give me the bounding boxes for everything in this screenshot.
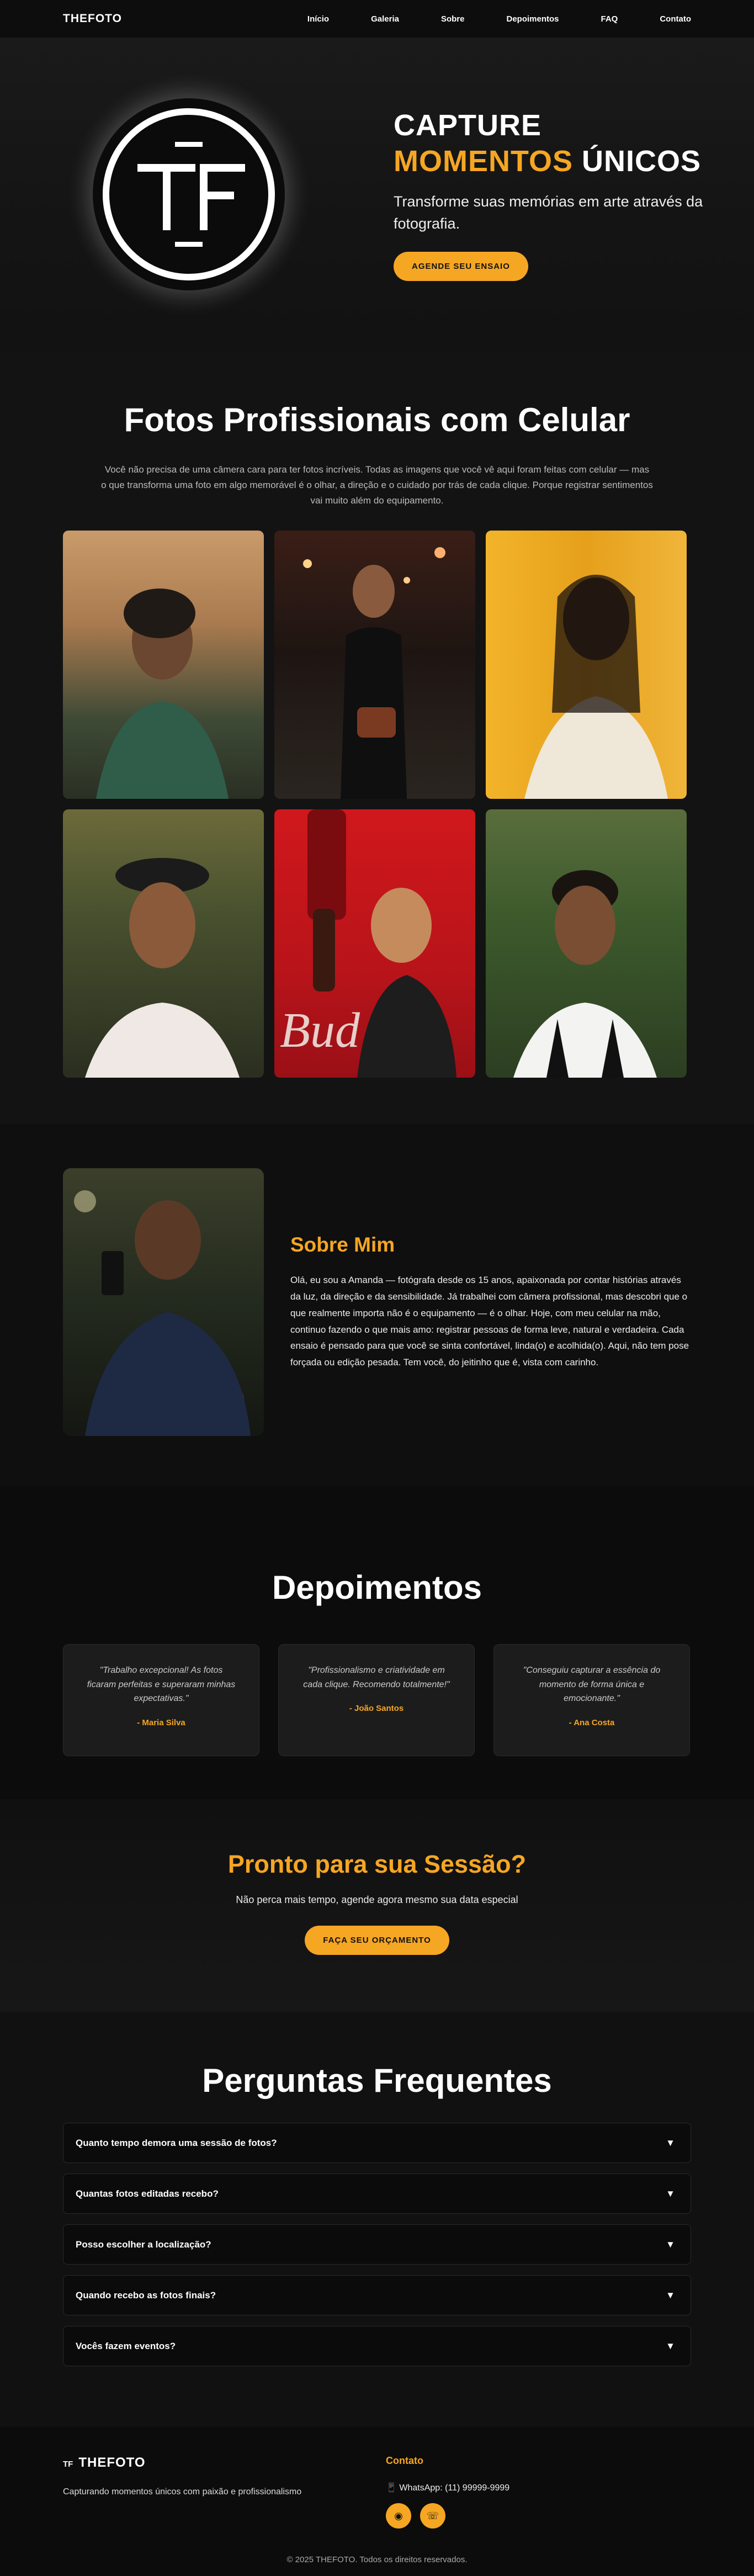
- faq-item[interactable]: Posso escolher a localização? ▼: [63, 2224, 691, 2265]
- copyright: © 2025 THEFOTO. Todos os direitos reserv…: [286, 2555, 468, 2565]
- faq-item[interactable]: Quanto tempo demora uma sessão de fotos?…: [63, 2123, 691, 2164]
- footer-phone-text: WhatsApp: (11) 99999-9999: [399, 2483, 510, 2493]
- chevron-down-icon: ▼: [666, 2289, 675, 2301]
- instagram-icon[interactable]: ◉: [386, 2503, 411, 2529]
- footer-brand-name: THEFOTO: [78, 2455, 146, 2471]
- phone-icon: 📱: [386, 2483, 400, 2493]
- gallery-photo-2[interactable]: [274, 531, 475, 799]
- photo-grid: Bud: [63, 531, 691, 1078]
- about-photo: [63, 1168, 264, 1437]
- testimonial-author: - Ana Costa: [569, 1718, 615, 1727]
- nav-links: Início Galeria Sobre Depoimentos FAQ Con…: [266, 14, 691, 24]
- hero-title-gold: MOMENTOS: [394, 145, 574, 178]
- nav-link-contato[interactable]: Contato: [660, 14, 691, 24]
- whatsapp-icon[interactable]: ☏: [420, 2503, 445, 2529]
- testimonial-author: - Maria Silva: [137, 1718, 185, 1727]
- gallery-section: Fotos Profissionais com Celular Você não…: [0, 351, 754, 1125]
- cta-title: Pronto para sua Sessão?: [227, 1850, 527, 1879]
- testimonial-quote: "Trabalho excepcional! As fotos ficaram …: [87, 1666, 236, 1704]
- faq-question: Quanto tempo demora uma sessão de fotos?: [76, 2137, 277, 2148]
- footer-phone[interactable]: 📱 WhatsApp: (11) 99999-9999: [386, 2482, 509, 2493]
- hero-title-line1: CAPTURE: [394, 109, 542, 142]
- nav-link-faq[interactable]: FAQ: [601, 14, 618, 24]
- about-title: Sobre Mim: [290, 1233, 395, 1257]
- footer-logo-small: TF: [63, 2460, 73, 2469]
- book-session-button[interactable]: AGENDE SEU ENSAIO: [394, 251, 528, 281]
- faq-question: Quantas fotos editadas recebo?: [76, 2188, 219, 2199]
- gallery-photo-6[interactable]: [486, 809, 687, 1078]
- faq-question: Posso escolher a localização?: [76, 2239, 211, 2250]
- gallery-photo-4[interactable]: [63, 809, 264, 1078]
- testimonial-card: "Conseguiu capturar a essência do moment…: [493, 1644, 690, 1757]
- gallery-description: Você não precisa de uma câmera cara para…: [101, 464, 653, 506]
- testimonial-card: "Trabalho excepcional! As fotos ficaram …: [63, 1644, 259, 1757]
- faq-question: Vocês fazem eventos?: [76, 2340, 176, 2351]
- gallery-photo-3[interactable]: [486, 531, 687, 799]
- footer-brand: TF THEFOTO: [63, 2455, 386, 2471]
- faq-item[interactable]: Vocês fazem eventos? ▼: [63, 2326, 691, 2367]
- brand-logo[interactable]: THEFOTO: [63, 12, 122, 25]
- faq-question: Quando recebo as fotos finais?: [76, 2289, 216, 2301]
- svg-text:Bud: Bud: [280, 1003, 360, 1058]
- nav-link-sobre[interactable]: Sobre: [441, 14, 465, 24]
- testimonial-author: - João Santos: [349, 1704, 404, 1714]
- testimonial-quote: "Profissionalismo e criatividade em cada…: [303, 1666, 450, 1689]
- testimonial-quote: "Conseguiu capturar a essência do moment…: [523, 1666, 661, 1704]
- request-quote-button[interactable]: FAÇA SEU ORÇAMENTO: [305, 1926, 449, 1955]
- hero-subtitle: Transforme suas memórias em arte através…: [394, 193, 703, 232]
- nav-link-galeria[interactable]: Galeria: [371, 14, 399, 24]
- faq-item[interactable]: Quantas fotos editadas recebo? ▼: [63, 2174, 691, 2214]
- tf-logo-mark: [102, 108, 275, 280]
- gallery-photo-5[interactable]: Bud: [274, 809, 475, 1078]
- cta-section: Pronto para sua Sessão? Não perca mais t…: [0, 1799, 754, 2012]
- testimonials-title: Depoimentos: [272, 1569, 482, 1607]
- hero-section: CAPTURE MOMENTOS ÚNICOS Transforme suas …: [0, 38, 754, 351]
- navbar: THEFOTO Início Galeria Sobre Depoimentos…: [0, 0, 754, 38]
- hero-title-rest: ÚNICOS: [573, 145, 702, 178]
- footer-contact-title: Contato: [386, 2455, 423, 2467]
- nav-link-inicio[interactable]: Início: [307, 14, 329, 24]
- faq-item[interactable]: Quando recebo as fotos finais? ▼: [63, 2275, 691, 2316]
- faq-title: Perguntas Frequentes: [202, 2062, 552, 2100]
- nav-link-depoimentos[interactable]: Depoimentos: [506, 14, 559, 24]
- testimonials-section: Depoimentos "Trabalho excepcional! As fo…: [0, 1486, 754, 1800]
- tf-logo: [92, 98, 285, 290]
- chevron-down-icon: ▼: [666, 2239, 675, 2250]
- footer: TF THEFOTO Capturando momentos únicos co…: [0, 2426, 754, 2576]
- faq-section: Perguntas Frequentes Quanto tempo demora…: [0, 2012, 754, 2427]
- gallery-photo-1[interactable]: [63, 531, 264, 799]
- testimonial-card: "Profissionalismo e criatividade em cada…: [278, 1644, 475, 1757]
- gallery-title: Fotos Profissionais com Celular: [124, 401, 630, 438]
- chevron-down-icon: ▼: [666, 2188, 675, 2199]
- chevron-down-icon: ▼: [666, 2137, 675, 2148]
- footer-tagline: Capturando momentos únicos com paixão e …: [63, 2487, 302, 2497]
- about-text: Olá, eu sou a Amanda — fotógrafa desde o…: [290, 1275, 689, 1368]
- chevron-down-icon: ▼: [666, 2340, 675, 2351]
- cta-subtitle: Não perca mais tempo, agende agora mesmo…: [236, 1894, 518, 1906]
- hero-title: CAPTURE MOMENTOS ÚNICOS: [394, 108, 708, 179]
- about-section: Sobre Mim Olá, eu sou a Amanda — fotógra…: [0, 1124, 754, 1486]
